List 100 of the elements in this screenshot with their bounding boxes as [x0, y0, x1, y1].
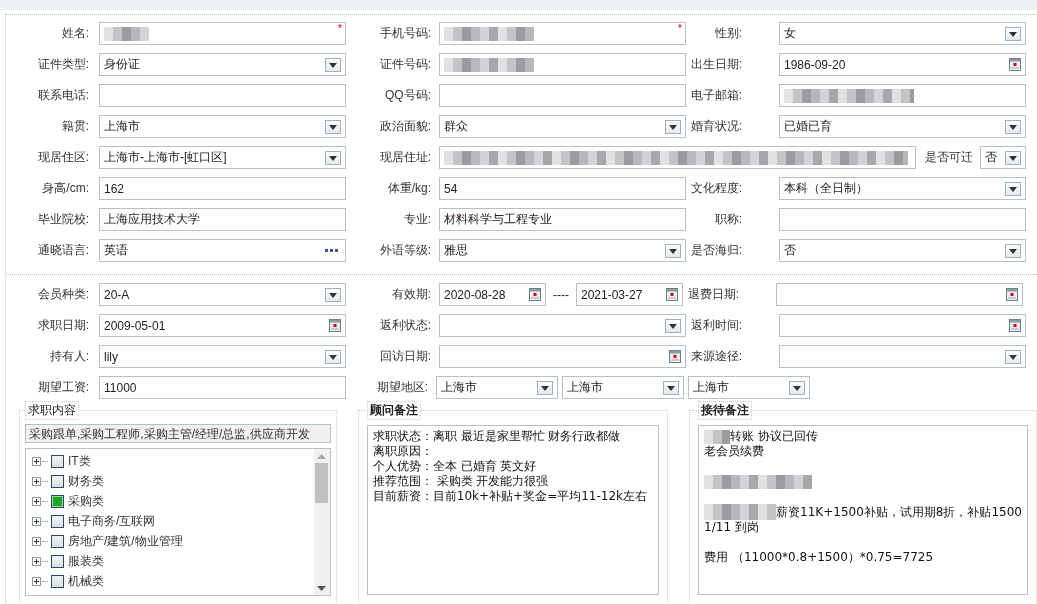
date-field[interactable]: 1986-09-20	[779, 53, 1026, 76]
dropdown-button[interactable]	[325, 151, 341, 165]
dropdown-button[interactable]	[537, 381, 553, 395]
date-field[interactable]: 2020-08-28	[439, 283, 546, 306]
expand-icon[interactable]	[32, 496, 41, 506]
field-label: 返利状态:	[378, 317, 431, 334]
text-field[interactable]: 11000	[99, 376, 346, 399]
select-field[interactable]: 上海市	[436, 376, 558, 399]
dropdown-button[interactable]	[665, 319, 681, 333]
select-field[interactable]: 否	[980, 146, 1026, 169]
text-field[interactable]: 材料科学与工程专业	[439, 208, 686, 231]
expand-icon[interactable]	[32, 536, 41, 546]
select-field[interactable]	[779, 345, 1026, 368]
dropdown-button[interactable]	[325, 350, 341, 364]
date-field[interactable]	[776, 283, 1023, 306]
dropdown-button[interactable]	[325, 120, 341, 134]
select-field[interactable]: 否	[779, 239, 1026, 262]
dropdown-button[interactable]	[1005, 120, 1021, 134]
dropdown-button[interactable]	[665, 244, 681, 258]
text-field[interactable]	[779, 84, 1026, 107]
date-field[interactable]: 2009-05-01	[99, 314, 346, 337]
text-field[interactable]	[439, 146, 916, 169]
calendar-icon[interactable]	[666, 288, 678, 301]
caret-icon	[793, 385, 801, 391]
select-field[interactable]	[439, 314, 686, 337]
checkbox[interactable]	[51, 574, 64, 588]
checkbox[interactable]	[51, 514, 64, 528]
dropdown-button[interactable]	[663, 381, 679, 395]
scroll-down-icon[interactable]	[317, 586, 327, 591]
expand-icon[interactable]	[32, 576, 41, 586]
scrollbar[interactable]	[313, 449, 330, 595]
calendar-icon[interactable]	[1009, 319, 1021, 332]
calendar-icon[interactable]	[329, 319, 341, 332]
date-field[interactable]: 2021-03-27	[576, 283, 683, 306]
calendar-icon[interactable]	[1009, 58, 1021, 71]
ellipsis-icon[interactable]	[325, 249, 339, 253]
select-field[interactable]: 上海市-上海市-[虹口区]	[99, 146, 346, 169]
dropdown-button[interactable]	[325, 288, 341, 302]
text-field[interactable]: *	[439, 22, 686, 45]
tree-item-label[interactable]: 机械类	[68, 572, 104, 590]
caret-icon	[329, 124, 337, 130]
select-field[interactable]: 上海市	[688, 376, 810, 399]
dropdown-button[interactable]	[1005, 151, 1021, 165]
select-field[interactable]: 身份证	[99, 53, 346, 76]
dropdown-button[interactable]	[325, 58, 341, 72]
select-field[interactable]: 已婚已育	[779, 115, 1026, 138]
note-text: 老会员续费	[704, 444, 765, 459]
dropdown-button[interactable]	[1005, 350, 1021, 364]
select-field[interactable]: 群众	[439, 115, 686, 138]
text-field[interactable]: 上海应用技术大学	[99, 208, 346, 231]
text-field[interactable]	[439, 84, 686, 107]
dropdown-button[interactable]	[1005, 244, 1021, 258]
tree-item-label[interactable]: 采购类	[68, 492, 104, 510]
tree-item-label[interactable]: 财务类	[68, 472, 104, 490]
calendar-icon[interactable]	[1006, 288, 1018, 301]
tree-item-label[interactable]: 电子商务/互联网	[68, 512, 156, 530]
select-field[interactable]: 20-A	[99, 283, 346, 306]
expand-icon[interactable]	[32, 516, 41, 526]
checkbox[interactable]	[51, 494, 64, 508]
checkbox[interactable]	[51, 454, 64, 468]
notes-textarea[interactable]: 转账 协议已回传 老会员续费 薪资11K+1500补贴，试用期8折，补贴1500 1/11 到岗 费用 （11000*0.8+1500）*0.75=7725	[698, 425, 1028, 595]
select-field[interactable]: 上海市	[562, 376, 684, 399]
calendar-icon[interactable]	[529, 288, 541, 301]
dropdown-button[interactable]	[665, 120, 681, 134]
date-field[interactable]	[779, 314, 1026, 337]
calendar-icon[interactable]	[669, 350, 681, 363]
checkbox[interactable]	[51, 474, 64, 488]
expand-icon[interactable]	[32, 556, 41, 566]
text-field[interactable]	[99, 84, 346, 107]
notes-textarea[interactable]: 求职状态：离职 最近是家里帮忙 财务行政都做 离职原因： 个人优势：全本 已婚育 英文好 推荐范围： 采购类 开发能力很强 目前薪资：目前10k+补贴+奖金=平均11-12k左右	[366, 425, 660, 595]
select-field[interactable]: 本科（全日制）	[779, 177, 1026, 200]
text-field[interactable]: 162	[99, 177, 346, 200]
text-field[interactable]	[439, 53, 686, 76]
field-label: 体重/kg:	[386, 180, 431, 197]
caret-icon	[667, 385, 675, 391]
checkbox[interactable]	[51, 554, 64, 568]
text-field[interactable]	[779, 208, 1026, 231]
date-field[interactable]	[439, 345, 686, 368]
dropdown-button[interactable]	[1005, 27, 1021, 41]
select-field[interactable]: 女	[779, 22, 1026, 45]
tree-item-label[interactable]: IT类	[68, 452, 91, 470]
dropdown-button[interactable]	[1005, 182, 1021, 196]
checkbox[interactable]	[51, 534, 64, 548]
scrollbar-thumb[interactable]	[315, 463, 329, 503]
dropdown-button[interactable]	[789, 381, 805, 395]
lookup-field[interactable]: 英语	[99, 239, 346, 262]
note-text: 费用 （11000*0.8+1500）*0.75=7725	[704, 550, 934, 565]
text-field[interactable]: *	[99, 22, 346, 45]
select-field[interactable]: 上海市	[99, 115, 346, 138]
expand-icon[interactable]	[32, 476, 41, 486]
tree-item-label[interactable]: 服装类	[68, 552, 104, 570]
caret-icon	[1009, 31, 1017, 37]
field-label: 外语等级:	[378, 242, 431, 259]
text-field[interactable]: 54	[439, 177, 686, 200]
select-field[interactable]: lily	[99, 345, 346, 368]
note-text: 离职原因：	[372, 444, 433, 459]
tree-item-label[interactable]: 房地产/建筑/物业管理	[68, 532, 183, 550]
field-label: 电子邮箱:	[689, 87, 742, 104]
expand-icon[interactable]	[32, 456, 41, 466]
select-field[interactable]: 雅思	[439, 239, 686, 262]
